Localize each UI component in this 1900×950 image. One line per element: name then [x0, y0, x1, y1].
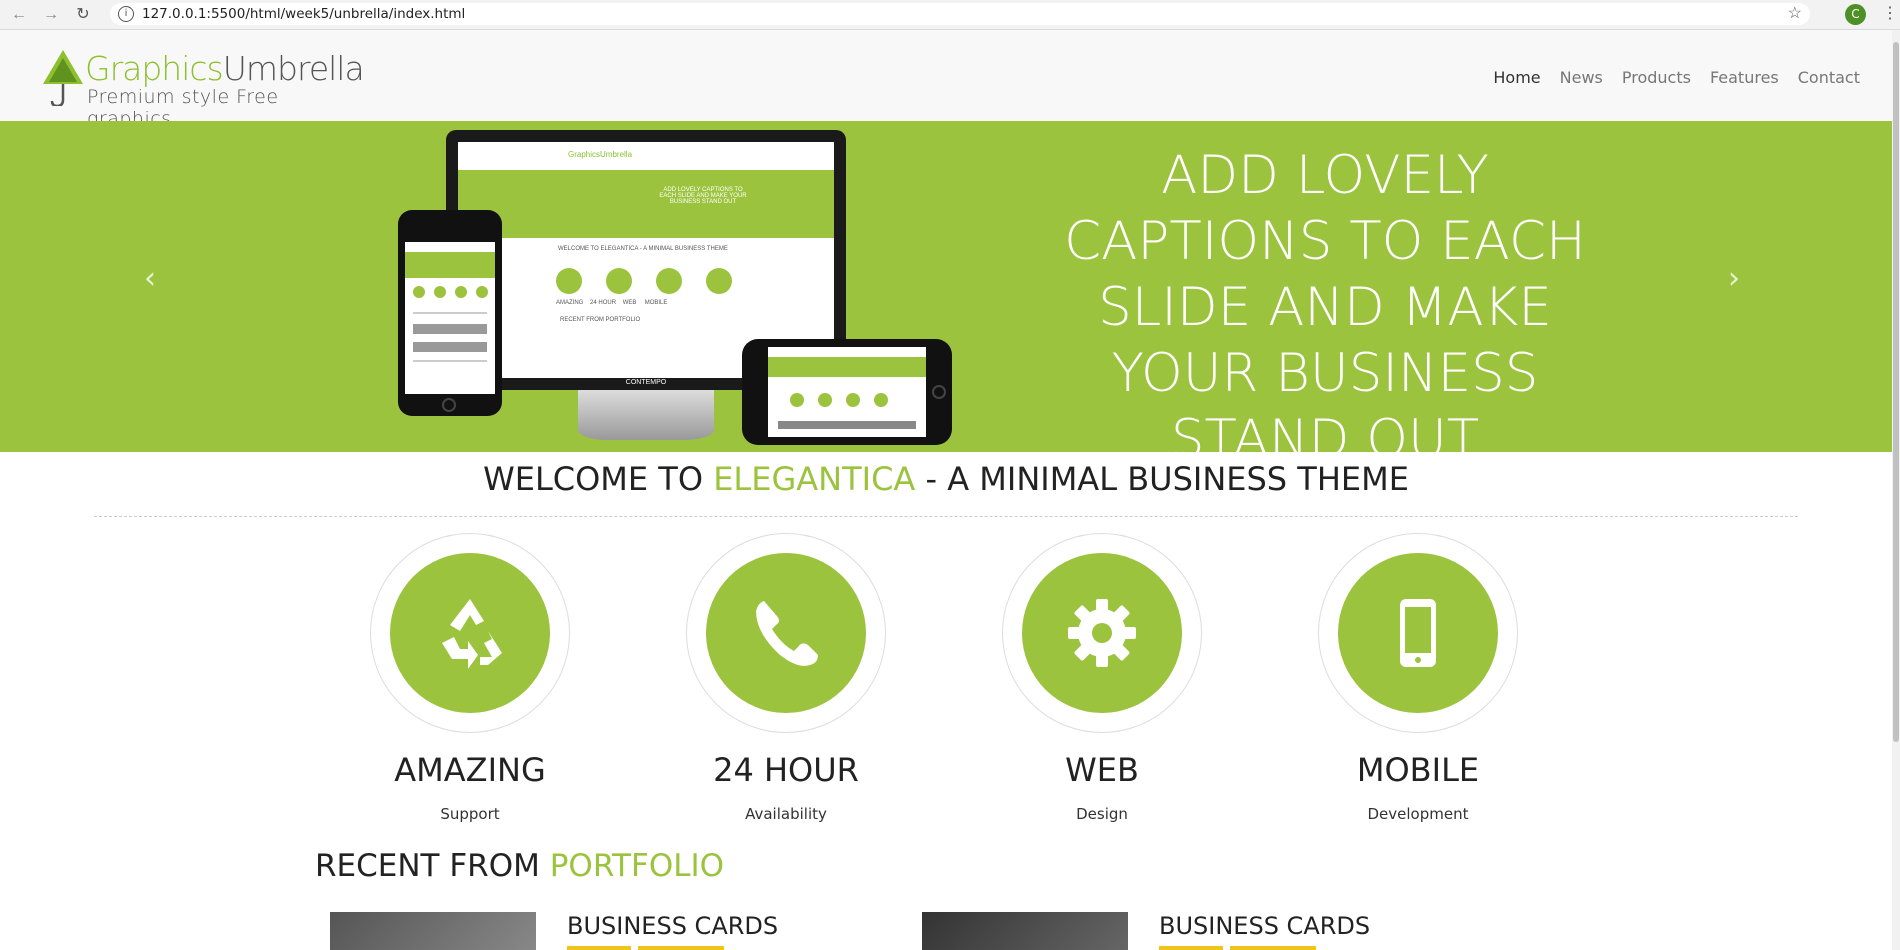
mockup-brand: GraphicsUmbrella — [568, 150, 633, 159]
feature-title: WEB — [1065, 751, 1139, 789]
portfolio-tag[interactable] — [567, 946, 631, 950]
site-header: GraphicsUmbrella Premium style Free grap… — [0, 30, 1892, 130]
mockup-features: AMAZING 24 HOUR WEB MOBILE — [556, 300, 668, 306]
logo-brand: GraphicsUmbrella — [85, 49, 365, 88]
feature-circle — [390, 553, 550, 713]
nav-contact[interactable]: Contact — [1798, 68, 1860, 87]
feature-subtitle: Development — [1367, 805, 1469, 823]
carousel-next-icon[interactable]: › — [1728, 261, 1740, 296]
feature-circle — [706, 553, 866, 713]
section-divider — [94, 516, 1798, 517]
carousel-prev-icon[interactable]: ‹ — [144, 261, 156, 296]
site-logo[interactable]: GraphicsUmbrella Premium style Free grap… — [43, 49, 365, 130]
feature-title: AMAZING — [394, 751, 546, 789]
nav-news[interactable]: News — [1560, 68, 1603, 87]
mockup-welcome: WELCOME TO ELEGANTICA - A MINIMAL BUSINE… — [558, 246, 728, 252]
phone-home-button-right — [932, 385, 946, 399]
main-nav: Home News Products Features Contact — [1493, 68, 1860, 87]
portfolio-heading: RECENT FROM PORTFOLIO — [315, 848, 724, 884]
url-text[interactable]: 127.0.0.1:5500/html/week5/unbrella/index… — [142, 6, 465, 22]
feature-title: 24 HOUR — [713, 751, 859, 789]
monitor-stand — [578, 390, 714, 440]
welcome-suffix: - A MINIMAL BUSINESS THEME — [915, 460, 1409, 498]
logo-brand-part1: Graphics — [85, 49, 224, 88]
mobile-icon — [1400, 599, 1436, 667]
portfolio-card-title[interactable]: BUSINESS CARDS — [567, 912, 778, 940]
portfolio-accent: PORTFOLIO — [549, 848, 725, 884]
browser-toolbar: ← → ↻ i 127.0.0.1:5500/html/week5/unbrel… — [0, 0, 1900, 30]
portfolio-thumbnail[interactable] — [922, 912, 1128, 950]
welcome-heading: WELCOME TO ELEGANTICA - A MINIMAL BUSINE… — [0, 460, 1892, 498]
scrollbar-thumb[interactable] — [1893, 42, 1899, 742]
nav-products[interactable]: Products — [1622, 68, 1691, 87]
gear-icon — [1068, 599, 1136, 667]
phone-left-mockup — [398, 210, 502, 416]
profile-avatar[interactable]: C — [1845, 4, 1866, 25]
phone-right-screen — [768, 347, 926, 437]
reload-icon[interactable]: ↻ — [72, 4, 94, 26]
mockup-recent: RECENT FROM PORTFOLIO — [560, 317, 641, 323]
phone-home-button — [442, 398, 456, 412]
menu-kebab-icon[interactable]: ⋮ — [1882, 3, 1898, 23]
portfolio-tag[interactable] — [1159, 946, 1223, 950]
feature-circle — [1338, 553, 1498, 713]
portfolio-card-title[interactable]: BUSINESS CARDS — [1159, 912, 1370, 940]
feature-title: MOBILE — [1356, 751, 1480, 789]
bookmark-star-icon[interactable]: ☆ — [1788, 3, 1802, 23]
feature-circle — [1022, 553, 1182, 713]
feature-subtitle: Availability — [745, 805, 827, 823]
welcome-accent: ELEGANTICA — [713, 460, 916, 498]
page-scrollbar[interactable] — [1892, 30, 1900, 950]
portfolio-tag[interactable] — [1230, 946, 1316, 950]
mockup-caption: ADD LOVELY CAPTIONS TO EACH SLIDE AND MA… — [659, 187, 747, 205]
portfolio-thumbnail[interactable] — [330, 912, 536, 950]
hero-caption: ADD LOVELY CAPTIONS TO EACH SLIDE AND MA… — [1064, 145, 1586, 470]
address-bar[interactable]: i 127.0.0.1:5500/html/week5/unbrella/ind… — [110, 3, 1810, 25]
nav-home[interactable]: Home — [1493, 68, 1540, 87]
feature-subtitle: Support — [440, 805, 500, 823]
logo-brand-part2: Umbrella — [222, 49, 365, 88]
mockup-hero-band — [458, 170, 834, 238]
portfolio-prefix: RECENT FROM — [315, 848, 550, 884]
phone-left-screen — [405, 242, 495, 394]
phone-icon — [756, 601, 818, 666]
nav-features[interactable]: Features — [1710, 68, 1779, 87]
umbrella-tree-icon — [43, 50, 83, 106]
back-icon[interactable]: ← — [8, 4, 30, 26]
phone-right-mockup — [742, 339, 952, 445]
site-info-icon[interactable]: i — [118, 6, 134, 22]
mockup-feature-circles — [556, 268, 732, 294]
welcome-prefix: WELCOME TO — [483, 460, 714, 498]
feature-subtitle: Design — [1076, 805, 1128, 823]
recycle-icon — [442, 599, 502, 669]
forward-icon[interactable]: → — [40, 4, 62, 26]
portfolio-tag[interactable] — [638, 946, 724, 950]
